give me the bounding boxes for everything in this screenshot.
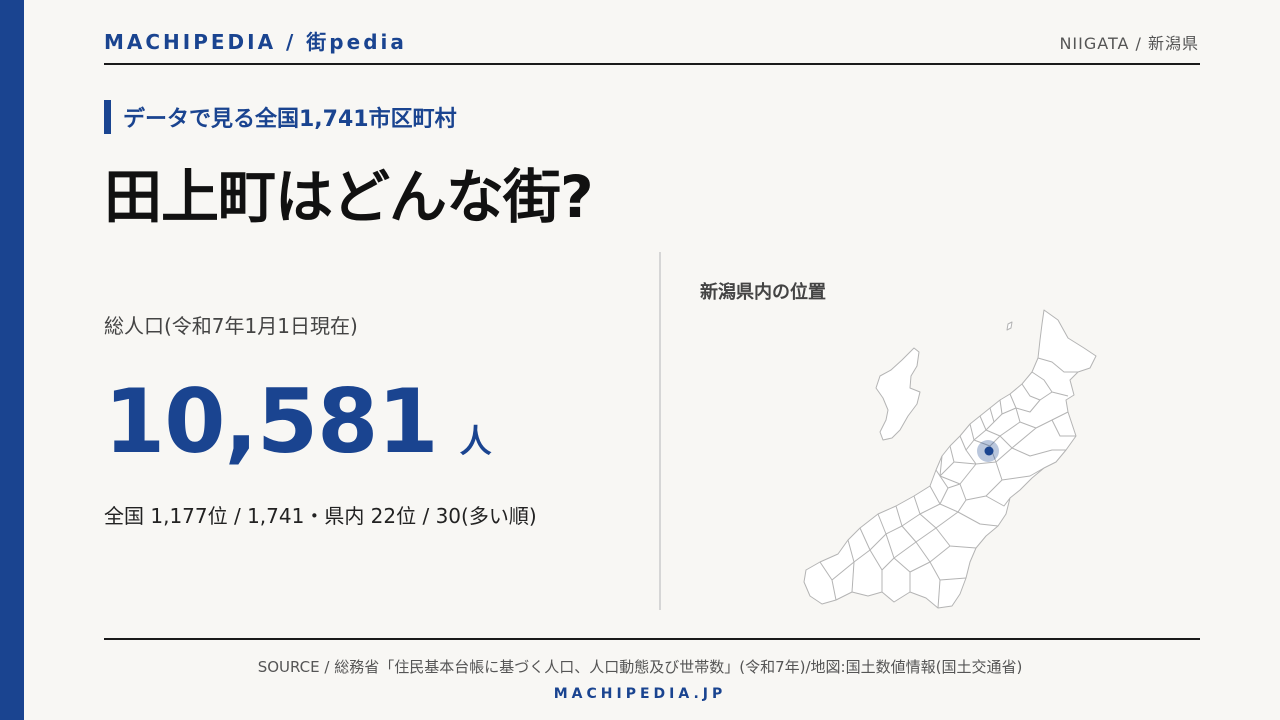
population-value-block: 10,581 人 <box>104 370 492 473</box>
page-title: 田上町はどんな街? <box>104 163 594 231</box>
header-divider <box>104 63 1200 65</box>
subtitle: データで見る全国1,741市区町村 <box>123 107 457 132</box>
prefecture-map <box>803 309 1097 609</box>
brand-logo[interactable]: MACHIPEDIA / 街pedia <box>104 26 407 55</box>
subtitle-accent-bar <box>104 100 111 134</box>
vertical-divider <box>659 252 661 610</box>
subtitle-block: データで見る全国1,741市区町村 <box>104 100 457 134</box>
accent-side-bar <box>0 0 24 720</box>
awashima-island <box>1006 321 1013 331</box>
population-rank: 全国 1,177位 / 1,741・県内 22位 / 30(多い順) <box>104 504 537 528</box>
sado-island <box>875 347 921 441</box>
population-label: 総人口(令和7年1月1日現在) <box>104 314 358 338</box>
mainland-outline <box>803 309 1097 609</box>
source-note: SOURCE / 総務省「住民基本台帳に基づく人口、人口動態及び世帯数」(令和7… <box>257 658 1023 676</box>
population-value: 10,581 <box>104 370 439 473</box>
population-unit: 人 <box>459 422 492 460</box>
footer-brand-link[interactable]: MACHIPEDIA.JP <box>0 686 1280 702</box>
footer-divider <box>104 638 1200 640</box>
region-label: NIIGATA / 新潟県 <box>1059 34 1199 53</box>
location-marker <box>984 446 994 456</box>
